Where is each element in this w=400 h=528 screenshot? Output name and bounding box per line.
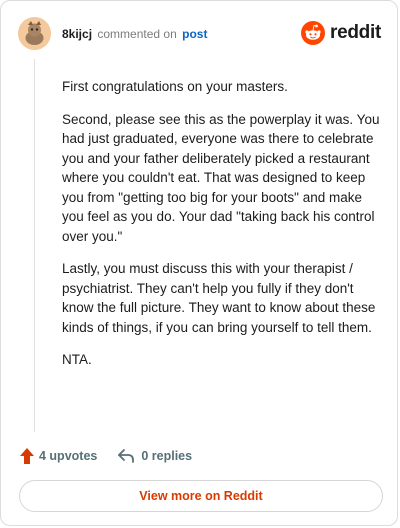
thread-line [34, 59, 35, 432]
comment-actions: 4 upvotes 0 replies [19, 445, 212, 467]
upvote-arrow-icon [20, 448, 34, 464]
username[interactable]: 8kijcj [62, 27, 92, 41]
view-more-button[interactable]: View more on Reddit [19, 480, 383, 512]
reddit-brand[interactable]: reddit [301, 18, 381, 48]
comment-paragraph: First congratulations on your masters. [62, 79, 288, 94]
comment-header: 8kijcj commented on post reddit [18, 17, 381, 51]
commented-on-text: commented on [97, 27, 177, 41]
reddit-logo-icon [301, 21, 326, 45]
comment-embed-card: 8kijcj commented on post reddit First co… [0, 0, 398, 526]
upvote-count: 4 upvotes [39, 449, 98, 463]
comment-paragraph: Lastly, you must discuss this with your … [62, 261, 376, 335]
comment-paragraph: NTA. [62, 352, 92, 367]
replies-button[interactable]: 0 replies [117, 448, 192, 464]
post-link[interactable]: post [182, 27, 207, 41]
reddit-wordmark: reddit [330, 22, 381, 43]
comment-body: First congratulations on your masters. S… [62, 77, 380, 383]
avatar-icon [18, 17, 51, 50]
comment-meta: 8kijcj commented on post [62, 27, 207, 41]
reply-arrow-icon [118, 449, 135, 463]
comment-paragraph: Second, please see this as the powerplay… [62, 111, 380, 244]
avatar[interactable] [18, 17, 51, 50]
upvote-button[interactable]: 4 upvotes [19, 447, 97, 465]
reply-count: 0 replies [141, 449, 193, 463]
